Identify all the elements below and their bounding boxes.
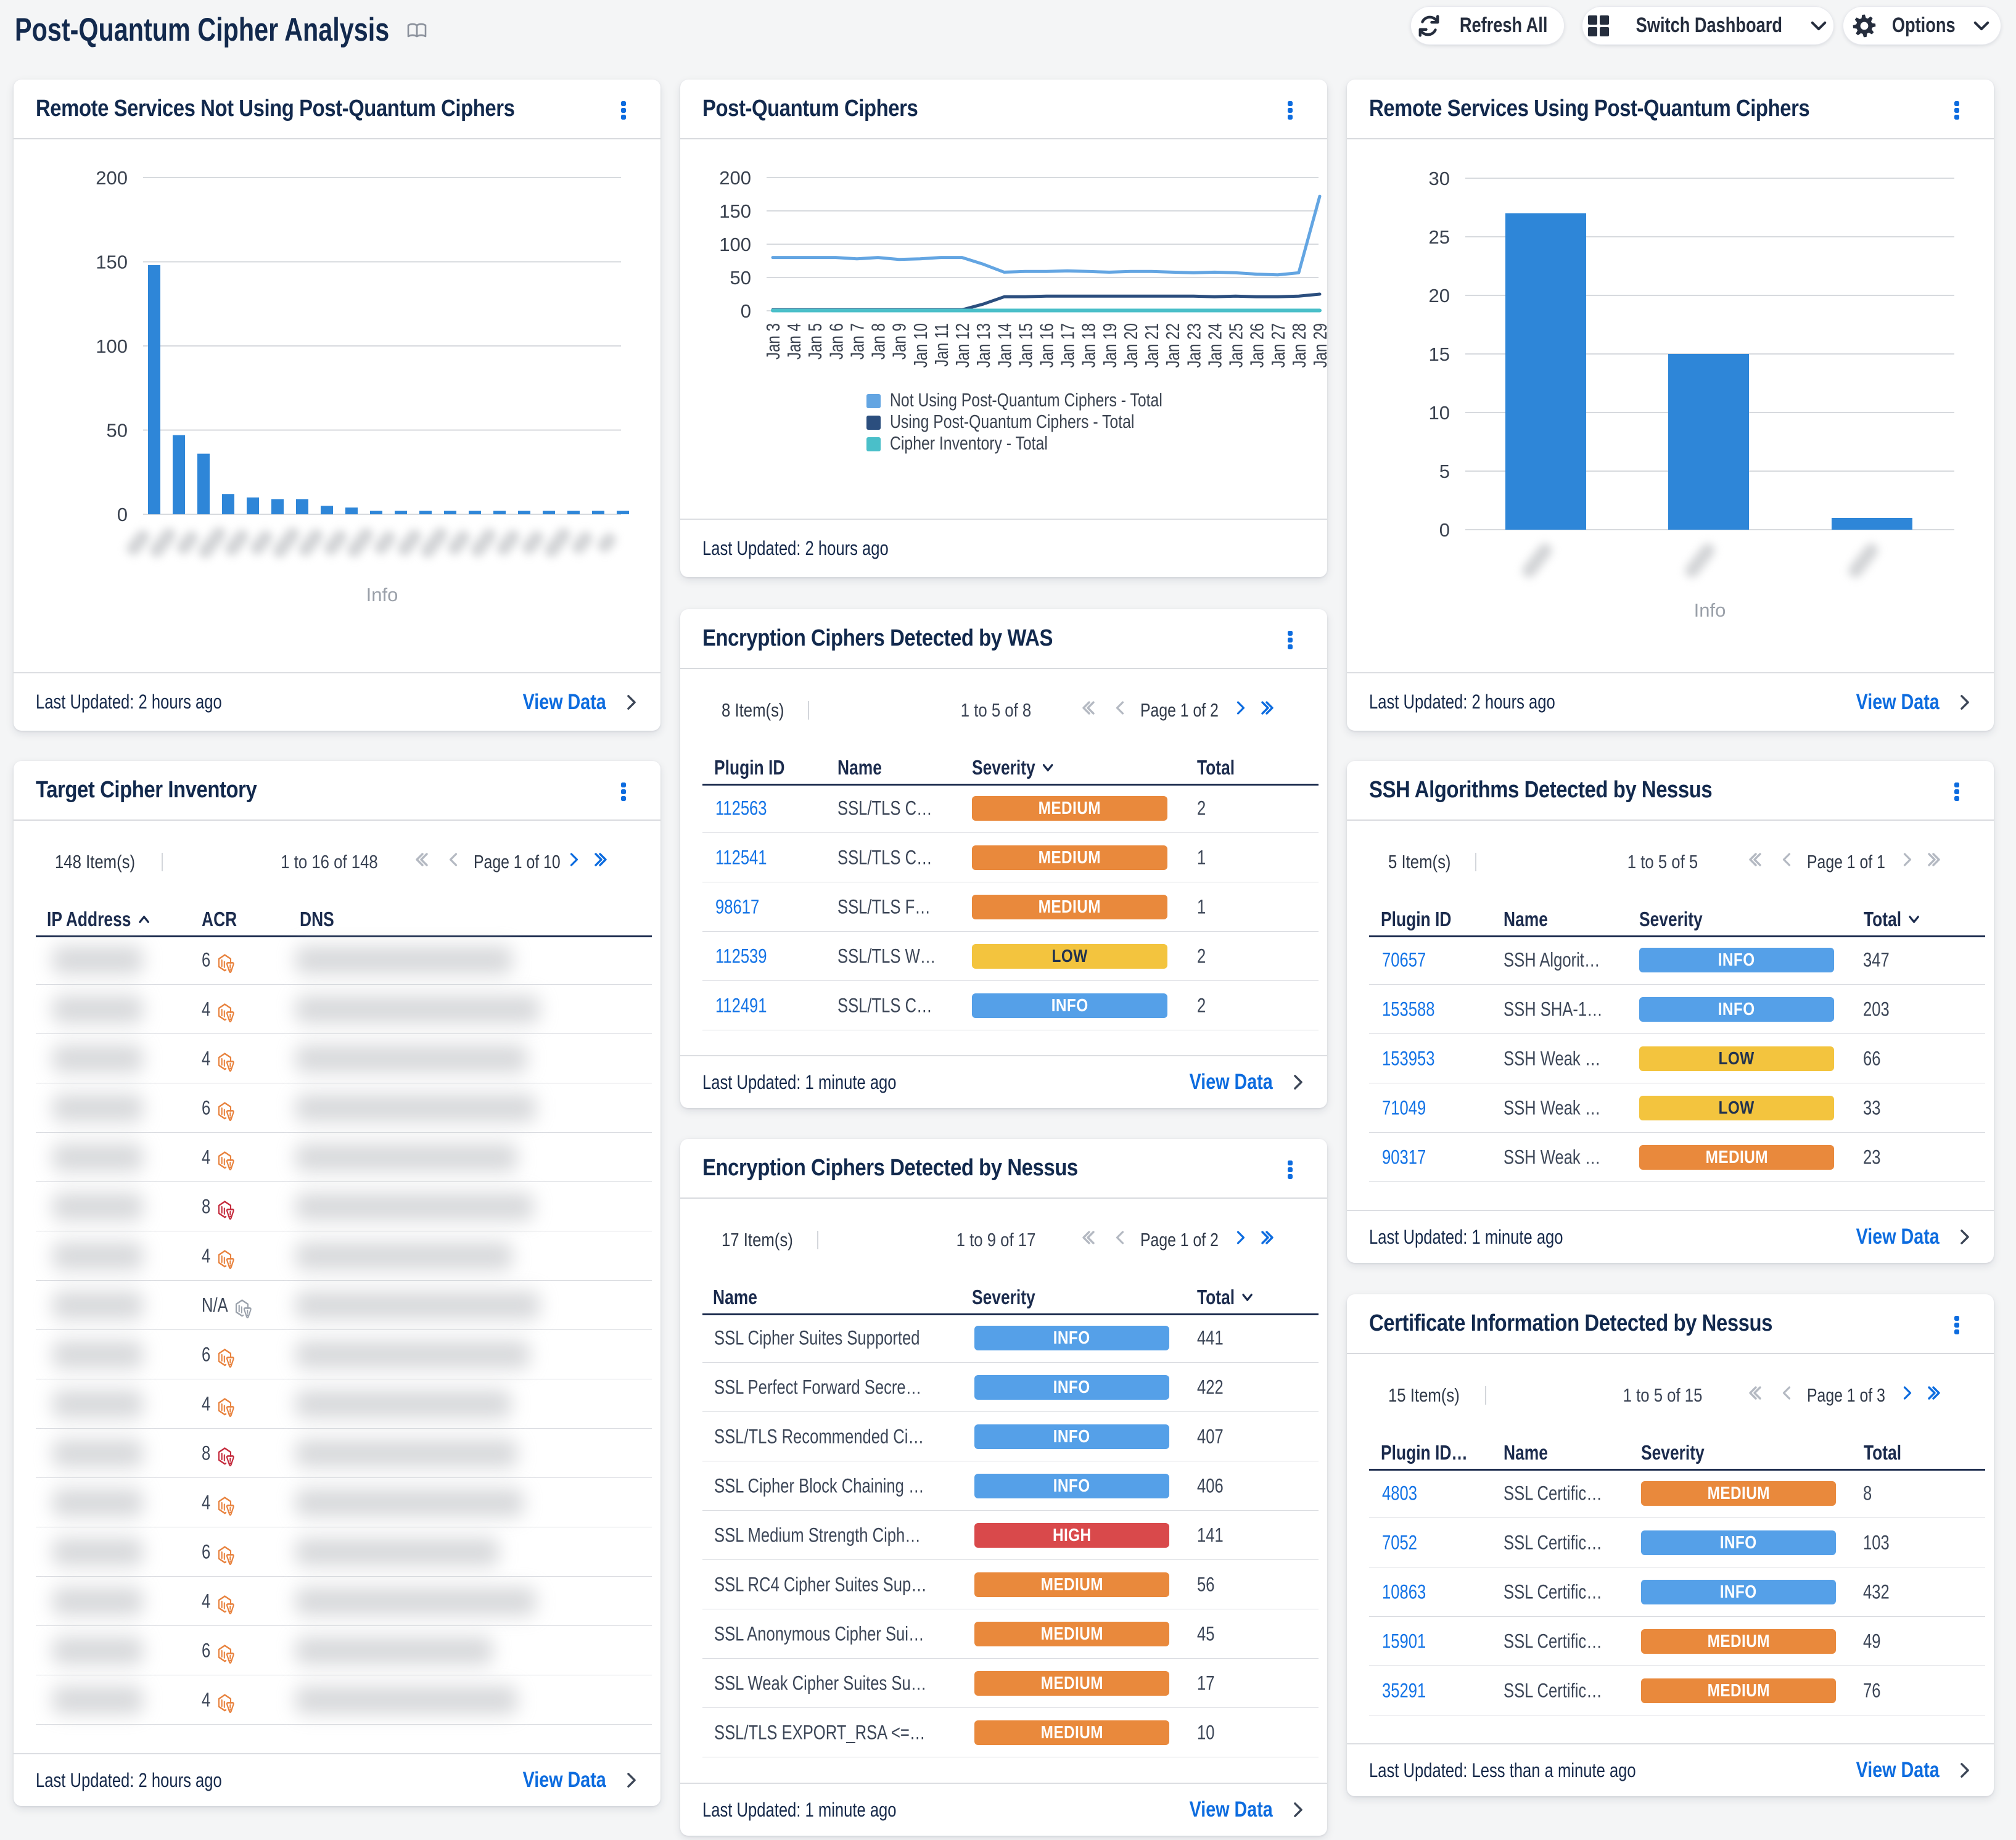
svg-text:50: 50 xyxy=(107,420,128,442)
svg-text:Jan 3: Jan 3 xyxy=(762,323,784,359)
svg-text:5: 5 xyxy=(1439,461,1450,482)
svg-text:0: 0 xyxy=(1439,519,1450,541)
svg-text:150: 150 xyxy=(719,200,751,222)
svg-text:Jan 4: Jan 4 xyxy=(783,323,805,359)
svg-text:Jan 8: Jan 8 xyxy=(868,323,889,359)
svg-text:Jan 10: Jan 10 xyxy=(910,323,931,368)
svg-text:200: 200 xyxy=(96,167,128,189)
svg-text:0: 0 xyxy=(741,300,751,322)
svg-text:Info: Info xyxy=(1694,599,1726,621)
svg-text:Cipher Inventory - Total: Cipher Inventory - Total xyxy=(890,432,1048,453)
svg-text:20: 20 xyxy=(1429,285,1450,306)
svg-text:Jan 15: Jan 15 xyxy=(1015,323,1037,368)
svg-text:Jan 20: Jan 20 xyxy=(1120,323,1142,368)
svg-text:100: 100 xyxy=(719,234,751,255)
svg-text:Jan 14: Jan 14 xyxy=(994,323,1015,368)
svg-text:Jan 18: Jan 18 xyxy=(1078,323,1100,368)
svg-text:Jan 19: Jan 19 xyxy=(1099,323,1121,368)
svg-text:10: 10 xyxy=(1429,402,1450,424)
svg-text:Using Post-Quantum Ciphers - T: Using Post-Quantum Ciphers - Total xyxy=(890,411,1134,432)
svg-text:Jan 7: Jan 7 xyxy=(847,323,868,359)
svg-text:Jan 13: Jan 13 xyxy=(973,323,994,368)
svg-text:Jan 16: Jan 16 xyxy=(1036,323,1058,368)
svg-text:150: 150 xyxy=(96,252,128,273)
svg-text:Jan 9: Jan 9 xyxy=(889,323,910,359)
svg-text:Not Using Post-Quantum Ciphers: Not Using Post-Quantum Ciphers - Total xyxy=(890,389,1162,410)
svg-text:Jan 28: Jan 28 xyxy=(1288,323,1310,368)
svg-text:Jan 17: Jan 17 xyxy=(1057,323,1079,368)
svg-text:200: 200 xyxy=(719,167,751,189)
svg-text:Jan 12: Jan 12 xyxy=(952,323,973,368)
svg-text:50: 50 xyxy=(730,267,751,289)
svg-text:100: 100 xyxy=(96,335,128,357)
svg-text:15: 15 xyxy=(1429,343,1450,365)
svg-text:Jan 5: Jan 5 xyxy=(804,323,826,359)
svg-text:Jan 23: Jan 23 xyxy=(1183,323,1204,368)
svg-text:Jan 22: Jan 22 xyxy=(1162,323,1183,368)
svg-text:Info: Info xyxy=(366,584,398,606)
svg-text:Jan 27: Jan 27 xyxy=(1267,323,1289,368)
svg-text:Jan 21: Jan 21 xyxy=(1141,323,1162,368)
svg-text:Jan 29: Jan 29 xyxy=(1309,323,1327,368)
svg-text:Jan 6: Jan 6 xyxy=(825,323,847,359)
svg-text:25: 25 xyxy=(1429,226,1450,248)
svg-text:Jan 25: Jan 25 xyxy=(1225,323,1247,368)
svg-text:30: 30 xyxy=(1429,168,1450,189)
svg-text:0: 0 xyxy=(117,504,128,525)
svg-text:Jan 24: Jan 24 xyxy=(1204,323,1226,368)
svg-text:Jan 26: Jan 26 xyxy=(1246,323,1268,368)
svg-text:Jan 11: Jan 11 xyxy=(931,323,952,367)
